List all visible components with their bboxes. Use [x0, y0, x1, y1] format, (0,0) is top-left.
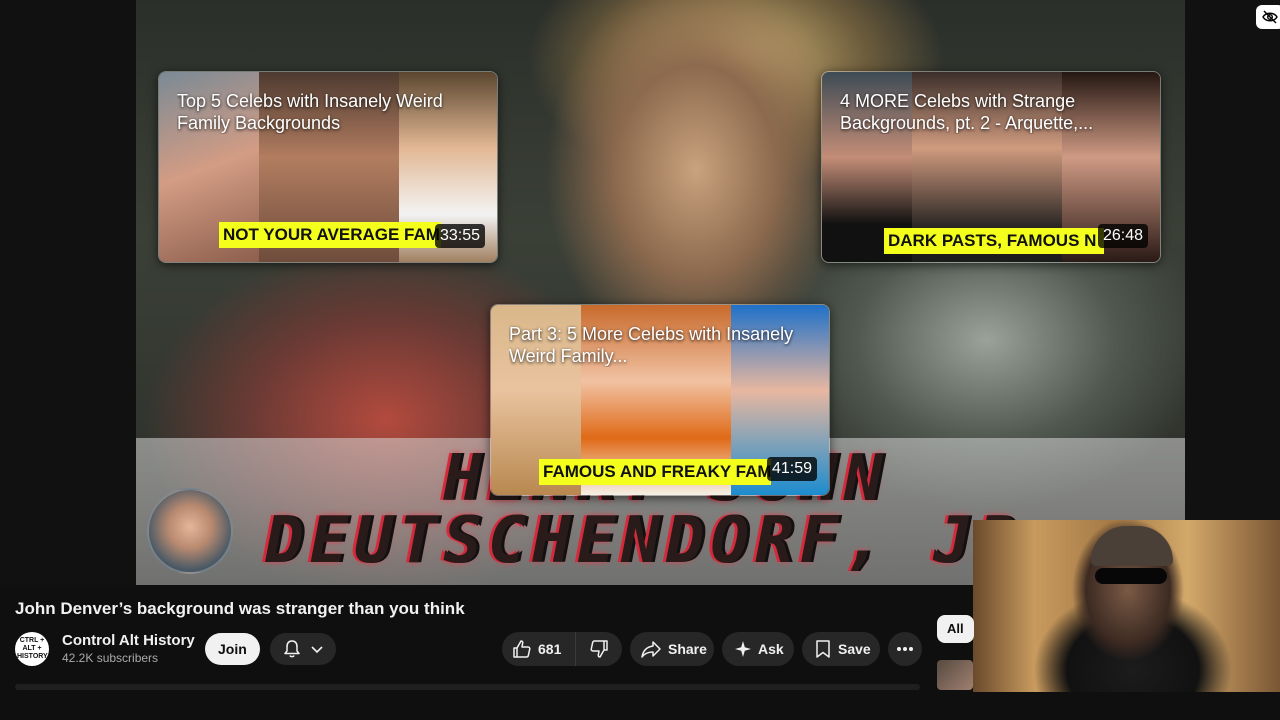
save-button[interactable]: Save [802, 632, 880, 666]
like-button[interactable]: 681 [502, 632, 576, 666]
video-player[interactable]: HENRY JOHN DEUTSCHENDORF, JR. Top 5 Cele… [0, 0, 1280, 585]
webcam-overlay [973, 520, 1280, 692]
recommended-thumbnail[interactable] [937, 660, 973, 690]
card-duration: 41:59 [766, 457, 817, 481]
share-button[interactable]: Share [630, 632, 714, 666]
hide-annotations-icon[interactable] [1256, 5, 1280, 29]
sparkle-icon [734, 640, 752, 658]
more-dots-icon [896, 646, 914, 652]
channel-row: CTRL + ALT + HISTORY Control Alt History… [15, 630, 336, 668]
bookmark-icon [814, 639, 832, 659]
card-title: 4 MORE Celebs with Strange Backgrounds, … [840, 91, 1094, 133]
save-label: Save [838, 641, 871, 657]
like-dislike-group: 681 [502, 632, 622, 666]
card-banner: FAMOUS AND FREAKY FAM [539, 459, 771, 485]
more-actions-button[interactable] [888, 632, 922, 666]
end-screen-card-2[interactable]: 4 MORE Celebs with Strange Backgrounds, … [821, 71, 1161, 263]
thumbs-up-icon [512, 639, 532, 659]
card-title: Top 5 Celebs with Insanely Weird Family … [177, 91, 443, 133]
thumbs-down-icon [589, 639, 609, 659]
card-title: Part 3: 5 More Celebs with Insanely Weir… [509, 324, 794, 366]
share-arrow-icon [640, 639, 662, 659]
channel-watermark-avatar[interactable] [147, 488, 233, 574]
video-title: John Denver’s background was stranger th… [15, 599, 465, 618]
bell-icon [282, 639, 302, 659]
dislike-button[interactable] [576, 632, 622, 666]
filter-chip-all[interactable]: All [937, 615, 974, 643]
card-banner: NOT YOUR AVERAGE FAM [219, 222, 441, 248]
subscriber-count: 42.2K subscribers [62, 651, 159, 665]
notification-bell-button[interactable] [269, 633, 336, 665]
channel-logo-text: CTRL + ALT + HISTORY [17, 637, 48, 660]
chevron-down-icon [310, 642, 324, 656]
channel-name[interactable]: Control Alt History [62, 632, 197, 650]
end-screen-card-1[interactable]: Top 5 Celebs with Insanely Weird Family … [158, 71, 498, 263]
like-count: 681 [538, 641, 562, 657]
card-banner: DARK PASTS, FAMOUS N [884, 228, 1104, 254]
channel-avatar[interactable]: CTRL + ALT + HISTORY [15, 632, 49, 666]
ask-label: Ask [758, 641, 784, 657]
channel-info: Control Alt History 42.2K subscribers [62, 632, 197, 666]
end-screen-card-3[interactable]: Part 3: 5 More Celebs with Insanely Weir… [490, 304, 830, 496]
card-duration: 33:55 [434, 224, 485, 248]
share-label: Share [668, 641, 707, 657]
join-button[interactable]: Join [205, 633, 260, 665]
description-box-edge [15, 684, 920, 690]
card-duration: 26:48 [1097, 224, 1148, 248]
ask-button[interactable]: Ask [722, 632, 794, 666]
